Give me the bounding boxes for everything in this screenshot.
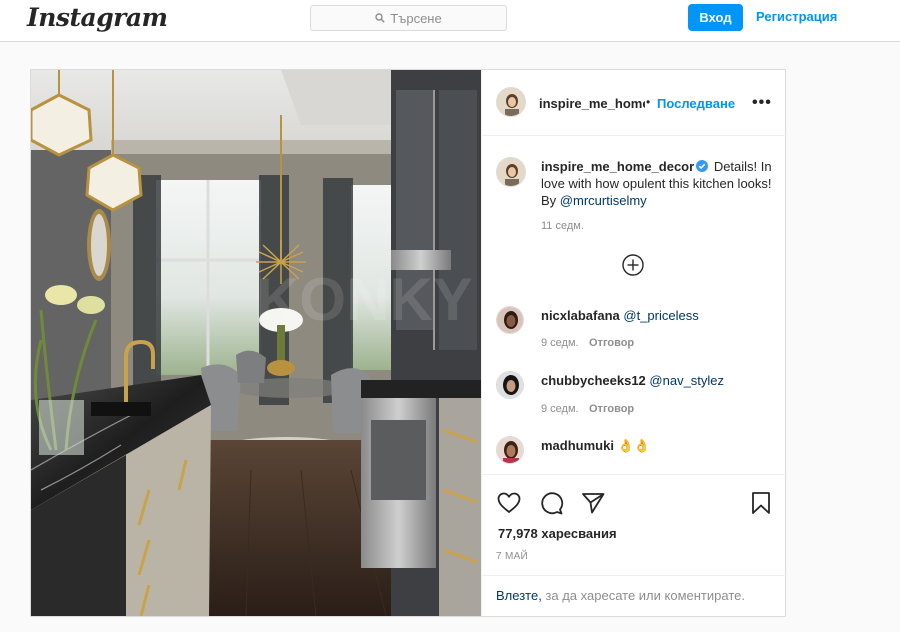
register-link[interactable]: Регистрация xyxy=(756,9,837,24)
caption-mention[interactable]: @mrcurtiselmy xyxy=(560,193,647,208)
login-prompt-link[interactable]: Влезте, xyxy=(496,588,542,603)
person-icon xyxy=(497,307,523,333)
post-sidebar: inspire_me_home • Последване ••• inspire… xyxy=(481,70,787,616)
kitchen-photo: KONKY xyxy=(31,70,481,616)
top-navigation-bar: Instagram Търсене Вход Регистрация xyxy=(0,0,900,42)
post-header: inspire_me_home • Последване ••• xyxy=(482,70,787,136)
share-icon[interactable] xyxy=(580,490,606,516)
search-input[interactable]: Търсене xyxy=(310,5,507,31)
heart-icon[interactable] xyxy=(496,490,522,516)
author-username[interactable]: inspire_me_home xyxy=(539,96,645,111)
person-icon xyxy=(497,437,523,463)
login-button[interactable]: Вход xyxy=(688,4,743,31)
comment-username[interactable]: nicxlabafana @t_priceless xyxy=(541,308,699,323)
commenter-avatar[interactable] xyxy=(496,371,524,399)
reply-button[interactable]: Отговор xyxy=(589,337,634,349)
svg-text:KONKY: KONKY xyxy=(256,266,473,333)
separator-dot: • xyxy=(646,95,651,109)
author-avatar[interactable] xyxy=(496,87,526,117)
person-icon xyxy=(497,372,523,398)
login-prompt-text: за да харесате или коментирате. xyxy=(541,588,745,603)
post-actions-section: 77,978 харесвания 7 МАЙ Влезте, за да ха… xyxy=(482,474,787,616)
caption-username[interactable]: inspire_me_home_decor xyxy=(541,159,694,174)
post-caption: inspire_me_home_decor Details! In love w… xyxy=(541,158,777,209)
commenter-avatar[interactable] xyxy=(496,436,524,464)
post-date[interactable]: 7 МАЙ xyxy=(496,551,528,562)
comment-mention[interactable]: @t_priceless xyxy=(623,308,698,323)
comment-username[interactable]: chubbycheeks12 @nav_stylez xyxy=(541,373,724,388)
likes-count[interactable]: 77,978 харесвания xyxy=(498,526,617,541)
verified-badge-icon xyxy=(696,160,709,172)
plus-circle-icon[interactable] xyxy=(621,253,645,277)
comment-timestamp[interactable]: 9 седм. xyxy=(541,337,579,349)
person-icon xyxy=(497,158,525,186)
comment-timestamp[interactable]: 9 седм. xyxy=(541,403,579,415)
comment-username[interactable]: madhumuki 👌👌 xyxy=(541,438,650,454)
search-icon xyxy=(375,13,385,23)
caption-author-avatar[interactable] xyxy=(496,157,526,187)
follow-button[interactable]: Последване xyxy=(657,96,735,111)
instagram-logo[interactable]: Instagram xyxy=(27,3,168,32)
comment-user-name[interactable]: chubbycheeks12 xyxy=(541,373,646,388)
comment-user-name[interactable]: madhumuki xyxy=(541,438,614,453)
post-card: KONKY inspire_me_home • Последване ••• i… xyxy=(30,69,787,617)
login-prompt: Влезте, за да харесате или коментирате. xyxy=(482,575,787,617)
comment-icon[interactable] xyxy=(538,490,564,516)
reply-button[interactable]: Отговор xyxy=(589,403,634,415)
bookmark-icon[interactable] xyxy=(748,490,774,516)
post-photo[interactable]: KONKY xyxy=(31,70,481,616)
commenter-avatar[interactable] xyxy=(496,306,524,334)
comment-user-name[interactable]: nicxlabafana xyxy=(541,308,620,323)
comment-text: 👌👌 xyxy=(617,438,650,453)
caption-timestamp[interactable]: 11 седм. xyxy=(541,220,584,232)
person-icon xyxy=(497,88,525,116)
search-placeholder: Търсене xyxy=(390,10,442,26)
more-options-icon[interactable]: ••• xyxy=(752,94,772,112)
comment-mention[interactable]: @nav_stylez xyxy=(649,373,724,388)
